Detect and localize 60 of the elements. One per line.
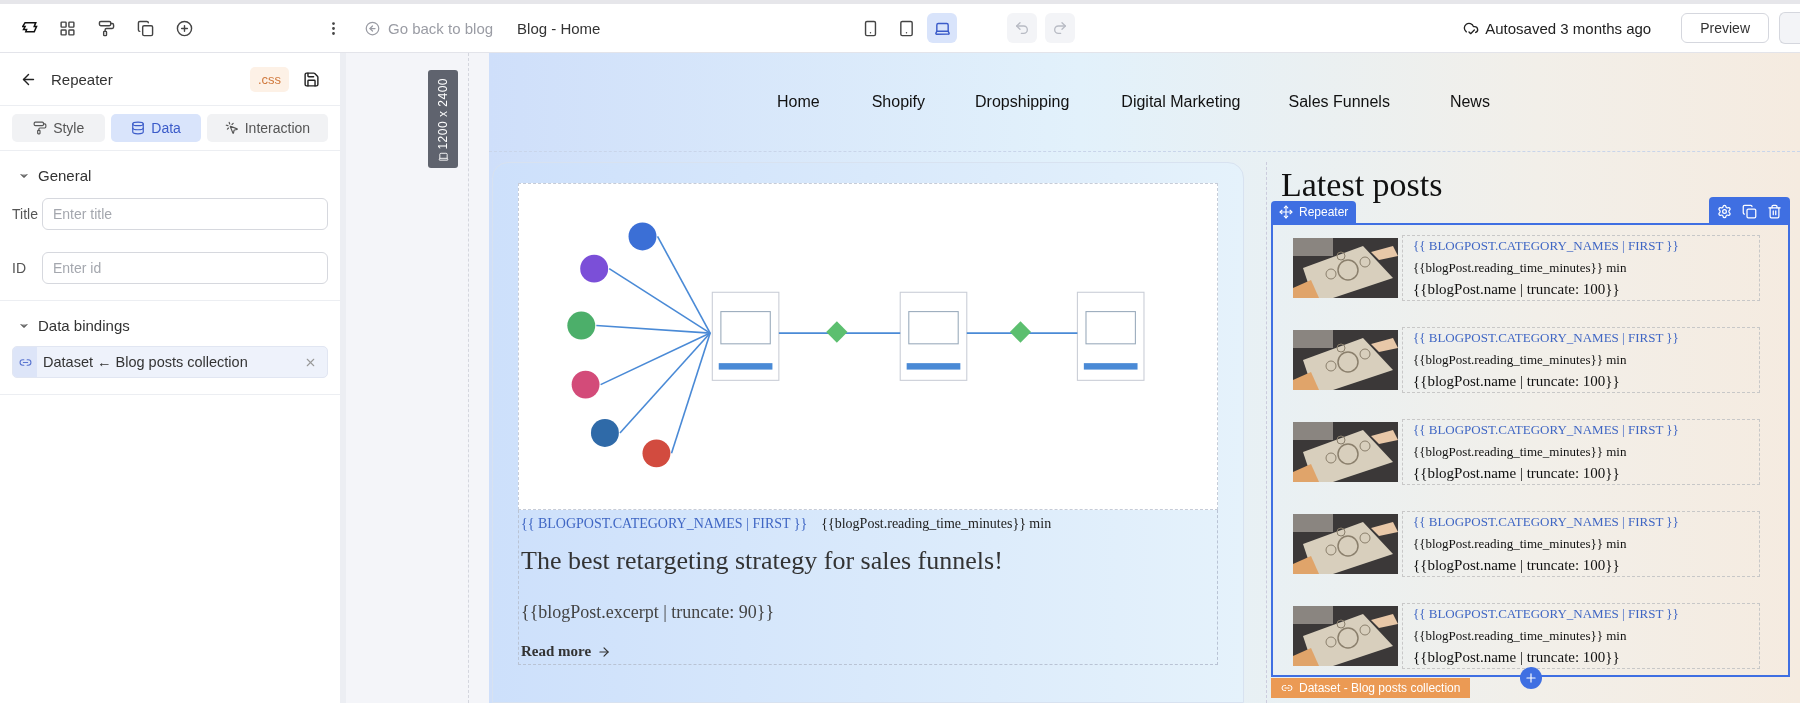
text-field[interactable]: Enter id [42, 252, 328, 284]
post-name: {{blogPost.name | truncate: 100}} [1413, 649, 1621, 667]
binding-text: Dataset ← Blog posts collection [43, 354, 249, 370]
laptop-icon [437, 151, 449, 162]
repeater-tag[interactable]: Repeater [1271, 201, 1357, 224]
nav-link[interactable]: Home [777, 93, 820, 111]
repeater-label: Repeater [1299, 205, 1349, 220]
add-button[interactable] [1519, 667, 1542, 690]
nav-link[interactable]: Shopify [871, 93, 926, 111]
post-name: {{blogPost.name | truncate: 100}} [1413, 465, 1621, 483]
panel-tab[interactable]: Style [12, 114, 106, 142]
nav-link[interactable]: News [1449, 93, 1490, 111]
size-label: 1200 x 2400 [436, 78, 450, 150]
settings-icon[interactable] [1717, 203, 1732, 219]
duplicate-icon[interactable] [1742, 203, 1757, 219]
delete-icon[interactable] [1767, 203, 1782, 219]
data-icon [131, 121, 146, 135]
panel-title: Repeater [51, 70, 114, 88]
plus-icon [1523, 671, 1538, 686]
style-icon [33, 121, 48, 135]
post-title: The best retargeting strategy for sales funnels! [521, 546, 1004, 576]
dataset-label: Dataset - Blog posts collection [1299, 681, 1461, 696]
nav-link[interactable]: Digital Marketing [1121, 93, 1241, 111]
reading-time: {{blogPost.reading_time_minutes}} min [1413, 259, 1628, 276]
text-field[interactable]: Enter title [42, 198, 328, 230]
reading-time: {{blogPost.reading_time_minutes}} min [1413, 535, 1628, 552]
arrow-right-icon [597, 644, 612, 659]
panel-tab[interactable]: Interaction [206, 114, 328, 142]
autosave-text: Autosaved 3 months ago [1485, 19, 1652, 37]
post-category: {{ BLOGPOST.CATEGORY_NAMES | FIRST }} [1413, 330, 1680, 347]
field-label: Title [12, 206, 39, 222]
reading-time: {{blogPost.reading_time_minutes}} min [821, 516, 1052, 532]
preview-button[interactable]: Preview [1681, 13, 1769, 43]
section-heading: Latest posts [1281, 166, 1444, 204]
cloud-icon [1463, 20, 1480, 36]
nav-link[interactable]: Sales Funnels [1288, 93, 1390, 111]
panel-tab[interactable]: Data [111, 114, 201, 142]
reading-time: {{blogPost.reading_time_minutes}} min [1413, 351, 1628, 368]
reading-time: {{blogPost.reading_time_minutes}} min [1413, 443, 1628, 460]
post-category: {{ BLOGPOST.CATEGORY_NAMES | FIRST }} [1413, 606, 1680, 623]
section-header[interactable]: General [12, 163, 98, 188]
data-binding-chip[interactable]: Dataset ← Blog posts collection [12, 346, 328, 378]
post-category: {{ BLOGPOST.CATEGORY_NAMES | FIRST }} [1413, 422, 1680, 439]
laptop-icon[interactable] [927, 13, 958, 43]
reading-time: {{blogPost.reading_time_minutes}} min [1413, 627, 1628, 644]
save-icon[interactable] [303, 70, 320, 88]
read-more-link[interactable]: Read more [521, 643, 612, 660]
nav-link[interactable]: Dropshipping [975, 93, 1070, 111]
post-name: {{blogPost.name | truncate: 100}} [1413, 557, 1621, 575]
post-name: {{blogPost.name | truncate: 100}} [1413, 281, 1621, 299]
post-excerpt: {{blogPost.excerpt | truncate: 90}} [521, 602, 776, 623]
move-icon [1279, 205, 1293, 220]
post-name: {{blogPost.name | truncate: 100}} [1413, 373, 1621, 391]
field-label: ID [12, 260, 27, 276]
section-header[interactable]: Data bindings [12, 313, 136, 338]
interaction-icon [224, 121, 239, 135]
post-category: {{ BLOGPOST.CATEGORY_NAMES | FIRST }} [521, 516, 808, 532]
post-category: {{ BLOGPOST.CATEGORY_NAMES | FIRST }} [1413, 514, 1680, 531]
post-category: {{ BLOGPOST.CATEGORY_NAMES | FIRST }} [1413, 238, 1680, 255]
page-title: Blog - Home [517, 19, 601, 37]
